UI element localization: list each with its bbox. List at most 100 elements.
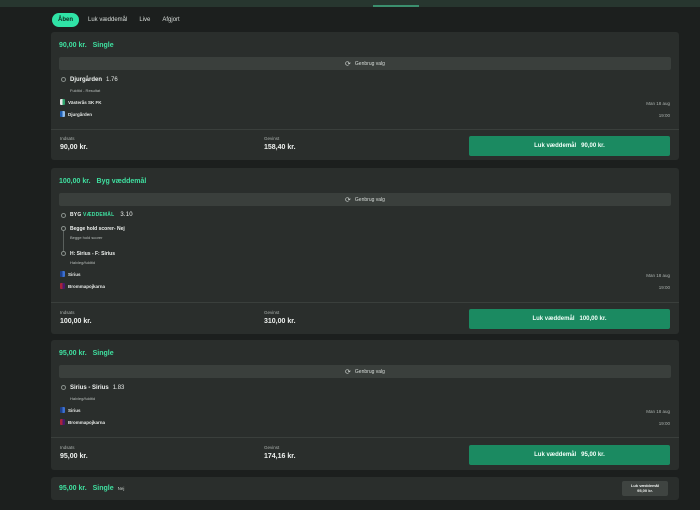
return-label: Gevinst bbox=[264, 310, 280, 315]
bet-footer: Indsats 90,00 kr. Gevinst 158,40 kr. Luk… bbox=[51, 129, 679, 160]
stake-label: Indsats bbox=[60, 136, 75, 141]
return-value: 174,16 kr. bbox=[264, 453, 296, 460]
cashout-button[interactable]: Luk væddemål 95,00 kr. bbox=[469, 445, 670, 465]
bet-amount: 100,00 kr. bbox=[59, 178, 91, 185]
return-label: Gevinst bbox=[264, 136, 280, 141]
selection-market: Fuldtid - Resultat bbox=[70, 88, 101, 93]
match-time: 19:00 bbox=[658, 113, 670, 118]
bet-title: 95,00 kr. Single Nej bbox=[59, 485, 124, 492]
bet-card-collapsed[interactable]: 95,00 kr. Single Nej Luk væddemål 95,00 kr… bbox=[51, 477, 679, 500]
home-team: Sirius bbox=[60, 407, 81, 413]
stake-label: Indsats bbox=[60, 310, 75, 315]
home-team: Västerås SK FK bbox=[60, 99, 102, 105]
cashout-label: Luk væddemål bbox=[532, 316, 575, 322]
leg-radio-icon bbox=[61, 226, 66, 231]
selection-odds: 1.76 bbox=[106, 77, 118, 84]
cashout-button[interactable]: Luk væddemål 90,00 kr. bbox=[469, 136, 670, 156]
return-value: 158,40 kr. bbox=[264, 144, 296, 151]
selection: Djurgården 1.76 bbox=[61, 77, 118, 83]
cashout-label: Luk væddemål bbox=[534, 143, 577, 149]
shirt-icon bbox=[60, 271, 65, 277]
home-team-name: Sirius bbox=[68, 407, 81, 413]
return-value: 310,00 kr. bbox=[264, 318, 296, 325]
bet-title[interactable]: 95,00 kr. Single bbox=[59, 350, 114, 357]
bet-type: Single bbox=[92, 485, 114, 492]
bet-tabs: Åben Luk væddemål Live Afgjort bbox=[52, 13, 183, 27]
stake-label: Indsats bbox=[60, 445, 75, 450]
refresh-icon: ⟳ bbox=[345, 368, 351, 376]
away-team-name: Brommapojkarna bbox=[68, 283, 106, 289]
bet-title[interactable]: 90,00 kr. Single bbox=[59, 42, 114, 49]
leg-market: Halvleg/fuldtid bbox=[70, 260, 96, 265]
bet-footer: Indsats 100,00 kr. Gevinst 310,00 kr. Lu… bbox=[51, 302, 679, 334]
match-date: Man 18 aug bbox=[646, 101, 670, 106]
tab-cashout[interactable]: Luk væddemål bbox=[85, 14, 130, 26]
bet-footer: Indsats 95,00 kr. Gevinst 174,16 kr. Luk… bbox=[51, 437, 679, 470]
bet-amount: 95,00 kr. bbox=[59, 350, 87, 357]
leg-market: Begge hold scorer bbox=[70, 235, 103, 240]
stake-value: 90,00 kr. bbox=[60, 144, 88, 151]
refresh-icon: ⟳ bbox=[345, 60, 351, 68]
shirt-icon bbox=[60, 407, 65, 413]
cashout-value: 100,00 kr. bbox=[579, 316, 607, 322]
cashout-value: 95,00 kr. bbox=[581, 452, 605, 458]
leg-title: Begge hold scorer- Nej bbox=[70, 226, 125, 232]
bet-title[interactable]: 100,00 kr. Byg væddemål bbox=[59, 178, 146, 185]
cashout-value: 90,00 kr. bbox=[581, 143, 605, 149]
stake-value: 95,00 kr. bbox=[60, 453, 88, 460]
leg-title: H: Sirius - F: Sirius bbox=[70, 251, 116, 257]
match-time: 19:00 bbox=[658, 285, 670, 290]
shirt-icon bbox=[60, 99, 65, 105]
bet-type: Byg væddemål bbox=[96, 178, 147, 185]
reuse-selection-button[interactable]: ⟳ Genbrug valg bbox=[59, 193, 671, 206]
shirt-icon bbox=[60, 111, 65, 117]
tab-open[interactable]: Åben bbox=[52, 13, 79, 27]
bet-builder-word: VÆDDEMÅL bbox=[83, 212, 115, 218]
leg-radio-icon bbox=[61, 251, 66, 256]
away-team-name: Brommapojkarna bbox=[68, 419, 106, 425]
reuse-label: Genbrug valg bbox=[354, 60, 385, 67]
selection: Sirius - Sirius 1.83 bbox=[61, 385, 124, 391]
bet-card: 100,00 kr. Byg væddemål ⟳ Genbrug valg BY… bbox=[51, 168, 679, 334]
active-indicator bbox=[373, 5, 419, 7]
bet-amount: 95,00 kr. bbox=[59, 485, 87, 492]
cashout-button[interactable]: Luk væddemål 95,00 kr. bbox=[622, 481, 668, 496]
away-team-name: Djurgården bbox=[68, 111, 93, 117]
refresh-icon: ⟳ bbox=[345, 196, 351, 204]
away-team: Brommapojkarna bbox=[60, 419, 105, 425]
bet-card: 90,00 kr. Single ⟳ Genbrug valg Djurgårde… bbox=[51, 32, 679, 160]
cashout-value: 95,00 kr. bbox=[637, 488, 653, 493]
return-label: Gevinst bbox=[264, 445, 280, 450]
selection-odds: 1.83 bbox=[112, 385, 125, 392]
reuse-selection-button[interactable]: ⟳ Genbrug valg bbox=[59, 365, 671, 378]
selection-name: Djurgården bbox=[70, 77, 103, 84]
selection-name: Sirius - Sirius bbox=[70, 385, 109, 392]
match-date: Man 18 aug bbox=[646, 273, 670, 278]
cashout-label: Luk væddemål bbox=[534, 452, 577, 458]
reuse-selection-button[interactable]: ⟳ Genbrug valg bbox=[59, 57, 671, 70]
reuse-label: Genbrug valg bbox=[354, 368, 385, 375]
tab-settled[interactable]: Afgjort bbox=[159, 14, 182, 26]
bet-type: Single bbox=[92, 42, 114, 49]
away-team: Brommapojkarna bbox=[60, 283, 105, 289]
bet-builder-label: BYG VÆDDEMÅL 3.10 bbox=[70, 212, 133, 218]
match-time: 19:00 bbox=[658, 421, 670, 426]
shirt-icon bbox=[60, 419, 65, 425]
bet-card: 95,00 kr. Single ⟳ Genbrug valg Sirius - … bbox=[51, 340, 679, 470]
selection-note: Nej bbox=[117, 486, 125, 491]
top-strip bbox=[0, 0, 700, 7]
bet-type: Single bbox=[92, 350, 114, 357]
match-date: Man 18 aug bbox=[646, 409, 670, 414]
selection-market: Halvleg/fuldtid bbox=[70, 396, 96, 401]
home-team: Sirius bbox=[60, 271, 81, 277]
stake-value: 100,00 kr. bbox=[60, 318, 92, 325]
reuse-label: Genbrug valg bbox=[354, 196, 385, 203]
bet-amount: 90,00 kr. bbox=[59, 42, 87, 49]
tab-live[interactable]: Live bbox=[136, 14, 153, 26]
home-team-name: Västerås SK FK bbox=[68, 99, 102, 105]
away-team: Djurgården bbox=[60, 111, 92, 117]
selection-radio-icon bbox=[61, 385, 66, 390]
shirt-icon bbox=[60, 283, 65, 289]
bet-builder-odds: 3.10 bbox=[120, 212, 133, 218]
cashout-button[interactable]: Luk væddemål 100,00 kr. bbox=[469, 309, 670, 329]
